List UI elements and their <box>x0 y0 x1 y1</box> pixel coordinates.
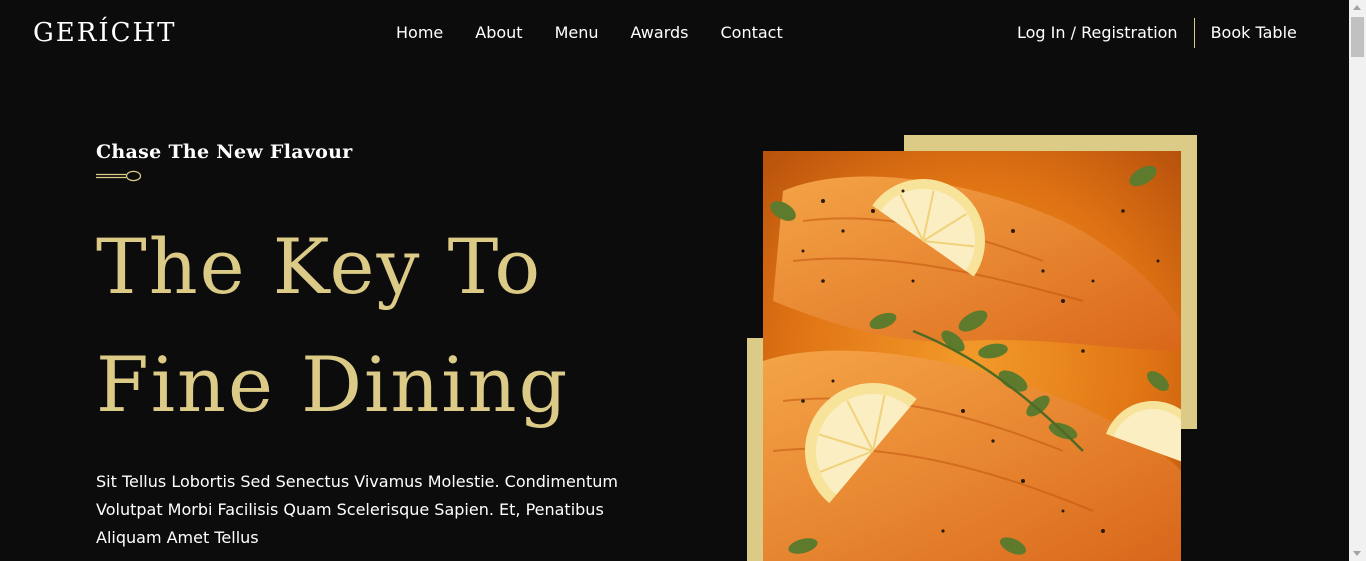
landing-page: GERÍCHT Home About Menu Awards Contact L… <box>0 0 1366 561</box>
hero-headline-line2: Fine Dining <box>96 340 570 429</box>
hero-headline: The Key To Fine Dining <box>96 208 656 444</box>
nav-links: Home About Menu Awards Contact <box>396 20 815 46</box>
scroll-down-arrow-icon[interactable] <box>1353 551 1361 556</box>
navbar: GERÍCHT Home About Menu Awards Contact L… <box>0 0 1349 66</box>
salmon-lemon-dish-icon <box>763 151 1181 561</box>
spoon-icon <box>96 170 142 182</box>
scroll-up-arrow-icon[interactable] <box>1353 5 1361 10</box>
hero-description: Sit Tellus Lobortis Sed Senectus Vivamus… <box>96 472 618 547</box>
hero-food-image <box>763 151 1181 561</box>
book-table-link[interactable]: Book Table <box>1211 20 1297 46</box>
nav-link-awards[interactable]: Awards <box>631 20 689 46</box>
nav-link-menu[interactable]: Menu <box>555 20 599 46</box>
hero-headline-line1: The Key To <box>96 222 543 311</box>
nav-actions: Log In / Registration Book Table <box>1017 18 1297 48</box>
hero-subtitle: Chase The New Flavour <box>96 141 353 163</box>
brand-logo[interactable]: GERÍCHT <box>33 15 177 51</box>
nav-link-contact[interactable]: Contact <box>720 20 782 46</box>
nav-divider <box>1193 18 1195 48</box>
page-scrollbar[interactable] <box>1349 0 1366 561</box>
scroll-thumb[interactable] <box>1351 17 1364 57</box>
login-registration-link[interactable]: Log In / Registration <box>1017 20 1178 46</box>
nav-link-home[interactable]: Home <box>396 20 443 46</box>
nav-link-about[interactable]: About <box>475 20 522 46</box>
